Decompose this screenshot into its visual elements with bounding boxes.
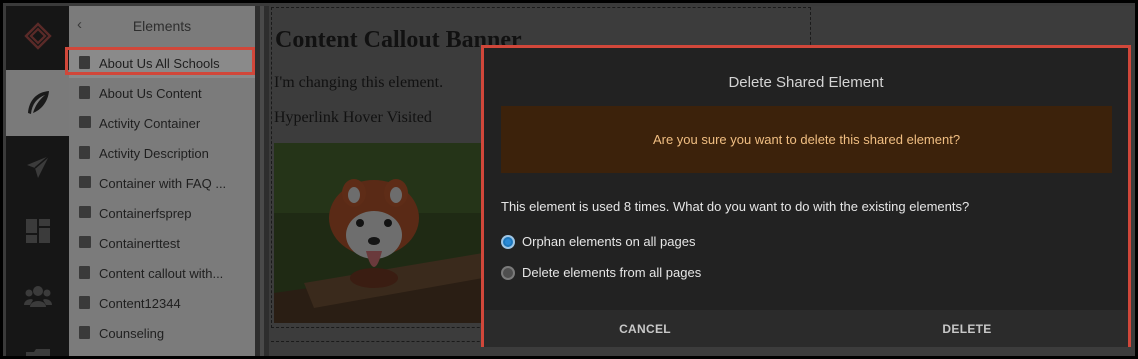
- feather-icon[interactable]: [6, 70, 69, 136]
- list-item-label: Activity Description: [99, 145, 209, 161]
- radio-orphan-elements[interactable]: Orphan elements on all pages: [501, 234, 695, 249]
- paper-plane-icon[interactable]: [6, 136, 69, 198]
- radio-button-selected[interactable]: [501, 234, 515, 249]
- document-icon: [79, 146, 90, 159]
- radio-label: Delete elements from all pages: [522, 265, 702, 280]
- document-icon: [79, 296, 90, 309]
- panel-header: ‹ Elements: [69, 6, 255, 44]
- radio-label: Orphan elements on all pages: [522, 234, 696, 249]
- dialog-question: This element is used 8 times. What do yo…: [501, 199, 970, 214]
- delete-button[interactable]: DELETE: [806, 310, 1128, 347]
- list-item[interactable]: Activity Container: [69, 108, 255, 138]
- panel-title: Elements: [132, 18, 192, 34]
- dialog-title: Delete Shared Element: [728, 74, 884, 91]
- list-item[interactable]: Container with FAQ ...: [69, 168, 255, 198]
- list-item-label: Counseling: [99, 325, 165, 341]
- list-item[interactable]: Content12344: [69, 288, 255, 318]
- warning-text: Are you sure you want to delete this sha…: [652, 132, 961, 147]
- delete-shared-element-dialog: Delete Shared Element Are you sure you w…: [481, 45, 1131, 347]
- content-text: I'm changing this element.: [274, 74, 444, 91]
- logo-icon[interactable]: [6, 6, 69, 66]
- list-item[interactable]: Content callout with...: [69, 258, 255, 288]
- users-icon[interactable]: [6, 264, 69, 330]
- radio-button[interactable]: [501, 265, 515, 280]
- list-item-label: Container with FAQ ...: [99, 175, 227, 191]
- container-icon: [79, 206, 91, 218]
- document-icon: [79, 326, 90, 339]
- app-window: ‹ Elements About Us All Schools About Us…: [0, 0, 1138, 359]
- list-item[interactable]: About Us Content: [69, 78, 255, 108]
- selected-item-highlight: [65, 47, 255, 75]
- list-item-label: Containerfsprep: [99, 205, 192, 221]
- document-icon: [79, 86, 90, 99]
- warning-banner: Are you sure you want to delete this sha…: [501, 106, 1112, 173]
- dialog-footer: CANCEL DELETE: [484, 310, 1128, 347]
- list-item[interactable]: Containerttest: [69, 228, 255, 258]
- layout-icon[interactable]: [6, 198, 69, 264]
- container-icon: [79, 236, 91, 248]
- list-item[interactable]: Activity Description: [69, 138, 255, 168]
- container-icon: [79, 176, 91, 188]
- container-icon: [79, 116, 91, 128]
- cancel-button[interactable]: CANCEL: [484, 310, 806, 347]
- list-item-label: About Us Content: [99, 85, 202, 101]
- list-item-label: Containerttest: [99, 235, 180, 251]
- list-item[interactable]: Counseling: [69, 318, 255, 348]
- list-item-label: Content12344: [99, 295, 181, 311]
- list-item[interactable]: Containerfsprep: [69, 198, 255, 228]
- document-icon: [79, 266, 90, 279]
- red-panda-image: [274, 143, 483, 323]
- panel-scrollbar[interactable]: [260, 6, 264, 356]
- folder-icon[interactable]: [6, 330, 69, 356]
- list-item-label: Content callout with...: [99, 265, 224, 281]
- radio-delete-elements[interactable]: Delete elements from all pages: [501, 265, 701, 280]
- content-links[interactable]: Hyperlink Hover Visited: [274, 109, 432, 127]
- icon-rail: [6, 6, 69, 356]
- list-item-label: Activity Container: [99, 115, 201, 131]
